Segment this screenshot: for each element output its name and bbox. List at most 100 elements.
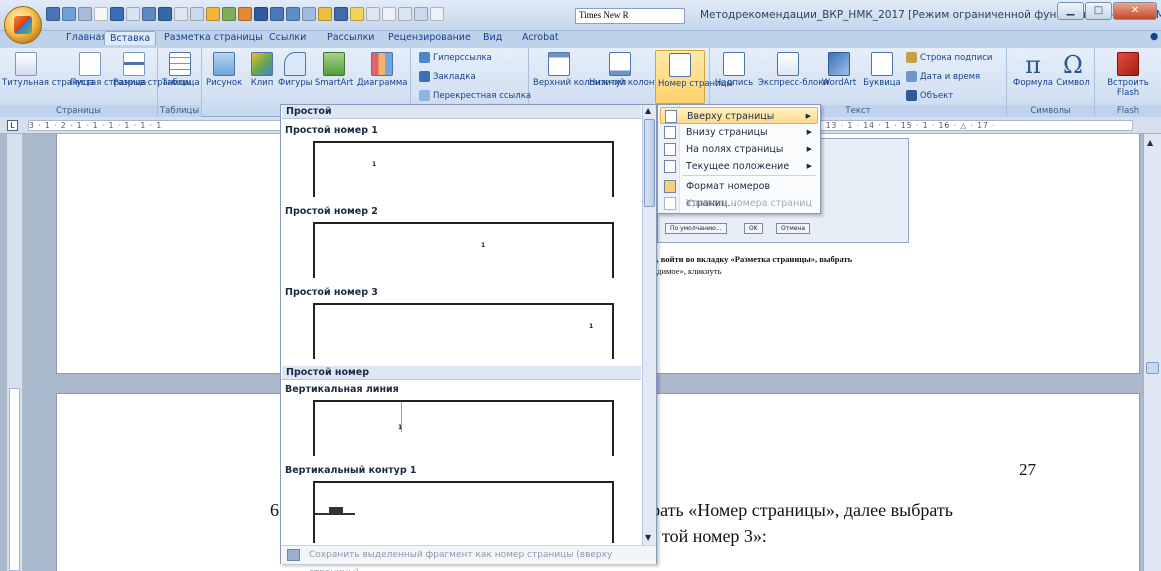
preview-icon[interactable] <box>158 7 172 21</box>
preview-number: 1 <box>372 161 377 168</box>
symbol-button[interactable]: Ω Символ <box>1055 52 1091 88</box>
menu-item-bottom-of-page[interactable]: Внизу страницы ▶ <box>660 124 818 141</box>
footer-button[interactable]: Нижний колонтитул <box>589 52 680 88</box>
customize-icon[interactable] <box>430 7 444 21</box>
tab-page-layout[interactable]: Разметка страницы <box>164 32 263 43</box>
scroll-down-icon[interactable]: ▼ <box>645 533 651 542</box>
page-break-button[interactable]: Разрыв страницы <box>113 52 191 88</box>
submenu-arrow-icon: ▶ <box>806 128 812 136</box>
textbox-button[interactable]: Надпись <box>714 52 754 88</box>
tab-insert[interactable]: Вставка <box>104 31 157 45</box>
omega-icon[interactable] <box>382 7 396 21</box>
formula-button[interactable]: π Формула <box>1013 52 1053 88</box>
tab-references[interactable]: Ссылки <box>269 32 306 43</box>
cross-reference-button[interactable]: Перекрестная ссылка <box>419 90 531 101</box>
wordart-button[interactable]: WordArt <box>820 52 858 88</box>
hyperlink-icon <box>419 52 430 63</box>
zoom-icon[interactable] <box>302 7 316 21</box>
gallery-header-simple: Простой <box>282 105 641 119</box>
gallery-scrollbar[interactable]: ▲ ▼ <box>642 105 656 545</box>
minimize-button[interactable]: ▁ <box>1057 2 1084 20</box>
tab-home[interactable]: Главная <box>66 32 107 43</box>
pi-icon[interactable] <box>366 7 380 21</box>
tab-review[interactable]: Рецензирование <box>388 32 471 43</box>
new-document-icon[interactable] <box>94 7 108 21</box>
group-flash: Встроить Flash Flash <box>1095 48 1161 117</box>
embed-caption-line1: т, войти во вкладку «Разметка страницы»,… <box>653 254 853 264</box>
table-icon[interactable] <box>126 7 140 21</box>
envelope-icon[interactable] <box>350 7 364 21</box>
close-button[interactable]: ✕ <box>1113 2 1157 20</box>
print-icon[interactable] <box>110 7 124 21</box>
gallery-item-simple-3[interactable]: 1 <box>313 303 614 359</box>
embed-flash-button[interactable]: Встроить Flash <box>1099 52 1157 98</box>
picture-button[interactable]: Рисунок <box>206 52 242 88</box>
menu-item-page-margins[interactable]: На полях страницы ▶ <box>660 141 818 158</box>
undo-icon[interactable] <box>62 7 76 21</box>
page-number-button[interactable]: Номер страницы <box>655 50 733 104</box>
menu-item-format-page-numbers[interactable]: Формат номеров страниц... <box>660 178 818 209</box>
vertical-scrollbar[interactable]: ▲ <box>1143 134 1161 571</box>
tab-selector-icon[interactable]: L <box>7 120 18 131</box>
menu-label-current: Текущее положение <box>686 161 790 172</box>
tab-view[interactable]: Вид <box>483 32 502 43</box>
group-label-tables: Таблицы <box>158 105 201 117</box>
tab-mailings[interactable]: Рассылки <box>327 32 374 43</box>
paragraph-mark-icon[interactable] <box>254 7 268 21</box>
vertical-ruler-white <box>9 388 20 571</box>
tab-acrobat[interactable]: Acrobat <box>522 32 559 43</box>
gallery-item-simple-1[interactable]: 1 <box>313 141 614 197</box>
maximize-button[interactable]: □ <box>1085 2 1112 20</box>
header-button[interactable]: Верхний колонтитул <box>533 52 626 88</box>
font-name-box[interactable]: Times New R <box>575 8 685 24</box>
list-icon[interactable] <box>190 7 204 21</box>
paint-icon[interactable] <box>206 7 220 21</box>
gallery-item-vertical-outline[interactable] <box>313 481 614 543</box>
office-button[interactable] <box>4 6 42 44</box>
gallery-item-label-1: Простой номер 1 <box>285 125 378 136</box>
edit-icon[interactable] <box>222 7 236 21</box>
folder-icon[interactable] <box>318 7 332 21</box>
spelling-icon[interactable] <box>286 7 300 21</box>
blank-page-button[interactable]: Пустая страница <box>70 52 146 88</box>
page-margins-icon <box>664 143 676 156</box>
scroll-up-icon[interactable]: ▲ <box>1147 138 1153 147</box>
object-button[interactable]: Объект <box>906 90 953 101</box>
title-page-button[interactable]: Титульная страница <box>2 52 94 88</box>
signature-line-button[interactable]: Строка подписи <box>906 52 992 63</box>
gallery-item-label-4: Вертикальная линия <box>285 384 399 395</box>
table-button[interactable]: Таблица <box>162 52 200 88</box>
chart-button[interactable]: Диаграмма <box>357 52 407 88</box>
layout-icon[interactable] <box>414 7 428 21</box>
save-icon[interactable] <box>46 7 60 21</box>
shapes-button[interactable]: Фигуры <box>278 52 312 88</box>
footer-icon <box>609 52 631 76</box>
menu-label-remove: Удалить номера страниц <box>686 198 812 209</box>
shape-icon[interactable] <box>238 7 252 21</box>
group-symbols: π Формула Ω Символ Символы <box>1007 48 1095 117</box>
insert-picture-icon[interactable] <box>142 7 156 21</box>
redo-icon[interactable] <box>78 7 92 21</box>
gallery-scroll-thumb[interactable] <box>644 119 655 207</box>
gallery-item-label-3: Простой номер 3 <box>285 287 378 298</box>
help-icon[interactable]: ● <box>1150 31 1158 42</box>
date-time-button[interactable]: Дата и время <box>906 71 980 82</box>
quick-parts-button[interactable]: Экспресс-блоки <box>758 52 829 88</box>
mail-icon[interactable] <box>334 7 348 21</box>
scroll-thumb[interactable] <box>1146 362 1159 374</box>
scroll-up-icon[interactable]: ▲ <box>645 106 651 115</box>
gallery-item-simple-2[interactable]: 1 <box>313 222 614 278</box>
clip-button[interactable]: Клип <box>250 52 274 88</box>
vertical-ruler <box>7 134 22 571</box>
menu-item-current-position[interactable]: Текущее положение ▶ <box>660 158 818 175</box>
columns-icon[interactable] <box>270 7 284 21</box>
page-icon[interactable] <box>174 7 188 21</box>
dropcap-button[interactable]: Буквица <box>862 52 902 88</box>
submenu-arrow-icon: ▶ <box>805 112 811 120</box>
gallery-item-vertical-line[interactable]: 1 <box>313 400 614 456</box>
bookmark-button[interactable]: Закладка <box>419 71 476 82</box>
hyperlink-button[interactable]: Гиперссылка <box>419 52 492 63</box>
menu-item-top-of-page[interactable]: Вверху страницы ▶ <box>660 107 818 124</box>
grid-icon[interactable] <box>398 7 412 21</box>
smartart-button[interactable]: SmartArt <box>314 52 354 88</box>
